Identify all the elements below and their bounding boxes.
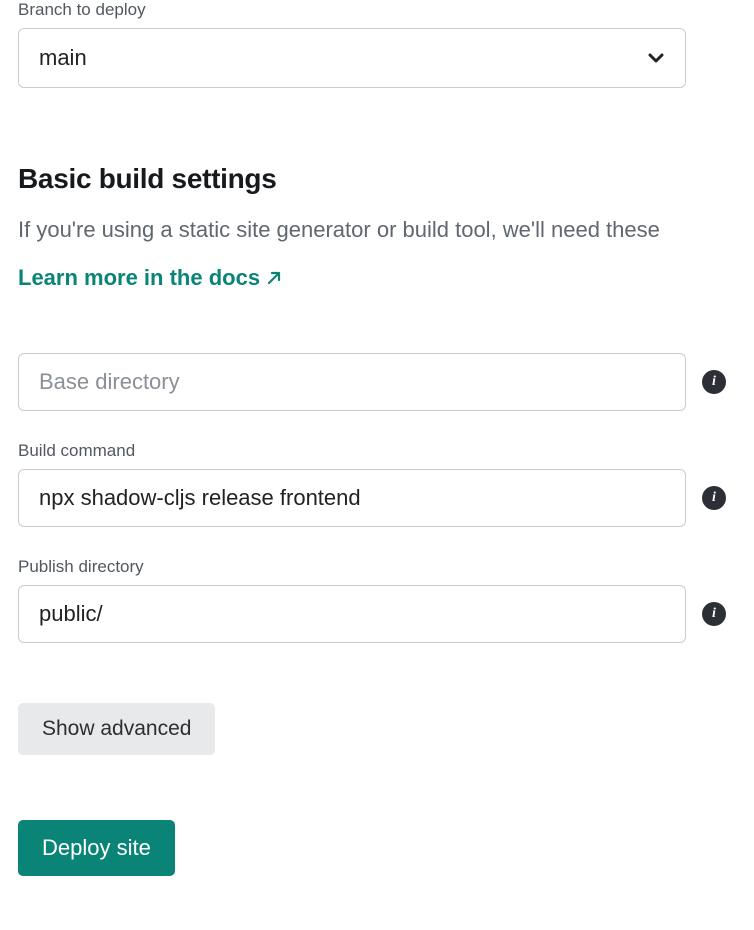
build-command-input[interactable] [18, 469, 686, 527]
external-link-icon [266, 270, 282, 286]
publish-directory-input[interactable] [18, 585, 686, 643]
publish-directory-label: Publish directory [18, 557, 686, 577]
branch-label: Branch to deploy [18, 0, 736, 20]
info-icon[interactable]: i [702, 370, 726, 394]
learn-more-link[interactable]: Learn more in the docs [18, 265, 282, 291]
branch-select[interactable]: main [18, 28, 686, 88]
info-icon[interactable]: i [702, 486, 726, 510]
deploy-site-button[interactable]: Deploy site [18, 820, 175, 876]
info-icon[interactable]: i [702, 602, 726, 626]
build-command-label: Build command [18, 441, 686, 461]
show-advanced-button[interactable]: Show advanced [18, 703, 215, 755]
chevron-down-icon [647, 49, 665, 67]
build-settings-heading: Basic build settings [18, 163, 736, 195]
learn-more-label: Learn more in the docs [18, 265, 260, 291]
branch-select-value: main [39, 45, 87, 71]
build-settings-description: If you're using a static site generator … [18, 217, 736, 243]
base-directory-input[interactable] [18, 353, 686, 411]
